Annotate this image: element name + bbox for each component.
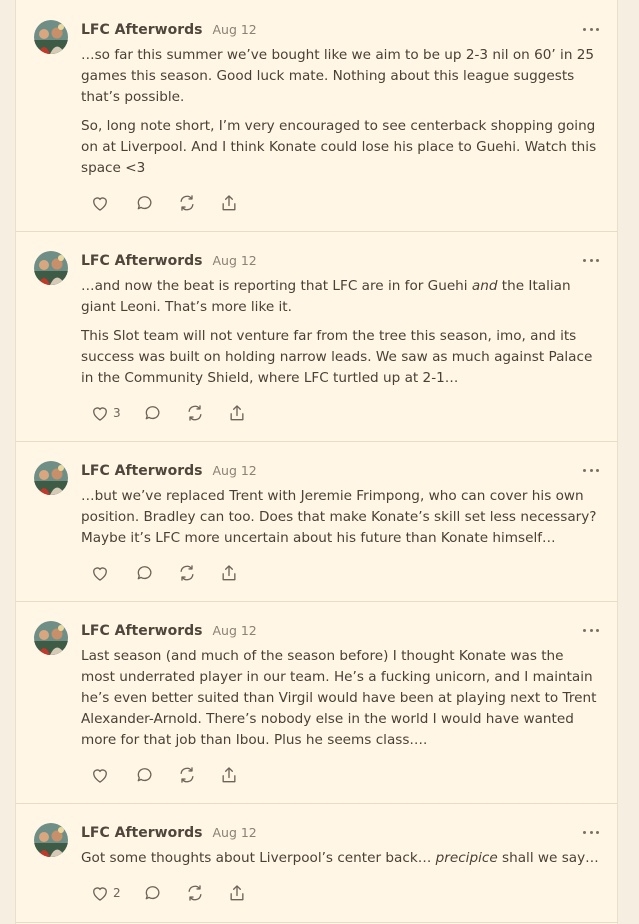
post-actions: 3 (90, 402, 269, 424)
share-icon (222, 195, 236, 211)
more-options-icon[interactable] (583, 825, 599, 839)
author-name[interactable]: LFC Afterwords (81, 253, 202, 269)
reply-button[interactable] (143, 402, 163, 424)
heart-icon (93, 197, 107, 211)
share-button[interactable] (219, 562, 239, 584)
comment-icon (137, 196, 152, 210)
post-date[interactable]: Aug 12 (212, 623, 256, 638)
post-body: …and now the beat is reporting that LFC … (81, 276, 601, 389)
restack-icon (188, 885, 202, 901)
share-icon (222, 565, 236, 581)
post-paragraph: …but we’ve replaced Trent with Jeremie F… (81, 488, 597, 546)
share-button[interactable] (227, 402, 247, 424)
post-header: LFC Afterwords Aug 12 (81, 22, 257, 42)
more-options-icon[interactable] (583, 623, 599, 637)
like-button[interactable]: 2 (90, 882, 121, 904)
heart-icon (93, 887, 107, 901)
avatar[interactable] (34, 823, 68, 857)
post-body: Got some thoughts about Liverpool’s cent… (81, 848, 601, 869)
post-paragraph: Last season (and much of the season befo… (81, 648, 597, 748)
note-post: LFC Afterwords Aug 12 …and now the beat … (16, 231, 617, 442)
restack-button[interactable] (185, 402, 205, 424)
post-actions (90, 192, 261, 214)
comment-icon (137, 768, 152, 782)
like-button[interactable]: 3 (90, 402, 121, 424)
note-post: LFC Afterwords Aug 12 …but we’ve replace… (16, 441, 617, 602)
author-name[interactable]: LFC Afterwords (81, 463, 202, 479)
note-post: LFC Afterwords Aug 12 Last season (and m… (16, 601, 617, 804)
comment-icon (145, 406, 160, 420)
post-date[interactable]: Aug 12 (212, 463, 256, 478)
restack-icon (188, 405, 202, 421)
notes-feed: LFC Afterwords Aug 12 …so far this summe… (15, 0, 618, 924)
emphasis-text: and (471, 278, 498, 294)
share-button[interactable] (219, 764, 239, 786)
post-header: LFC Afterwords Aug 12 (81, 253, 257, 273)
restack-button[interactable] (177, 764, 197, 786)
post-body: …so far this summer we’ve bought like we… (81, 45, 601, 179)
restack-icon (180, 565, 194, 581)
more-options-icon[interactable] (583, 253, 599, 267)
post-header: LFC Afterwords Aug 12 (81, 463, 257, 483)
author-name[interactable]: LFC Afterwords (81, 623, 202, 639)
post-actions (90, 562, 261, 584)
post-date[interactable]: Aug 12 (212, 253, 256, 268)
reply-button[interactable] (135, 192, 155, 214)
share-icon (222, 767, 236, 783)
share-icon (230, 405, 244, 421)
avatar[interactable] (34, 461, 68, 495)
post-paragraph: …and now the beat is reporting that LFC … (81, 276, 601, 318)
post-date[interactable]: Aug 12 (212, 22, 256, 37)
heart-icon (93, 769, 107, 783)
reply-button[interactable] (135, 562, 155, 584)
like-count: 3 (113, 406, 121, 420)
text-span: Got some thoughts about Liverpool’s cent… (81, 850, 436, 866)
note-post: LFC Afterwords Aug 12 Got some thoughts … (16, 803, 617, 923)
comment-icon (137, 566, 152, 580)
post-paragraph: Got some thoughts about Liverpool’s cent… (81, 848, 601, 869)
post-header: LFC Afterwords Aug 12 (81, 825, 257, 845)
text-span: …and now the beat is reporting that LFC … (81, 278, 472, 294)
like-button[interactable] (90, 192, 113, 214)
restack-icon (180, 767, 194, 783)
share-icon (230, 885, 244, 901)
like-button[interactable] (90, 562, 113, 584)
post-paragraph: So, long note short, I’m very encouraged… (81, 118, 597, 176)
post-date[interactable]: Aug 12 (212, 825, 256, 840)
like-button[interactable] (90, 764, 113, 786)
post-paragraph: …so far this summer we’ve bought like we… (81, 47, 595, 105)
post-actions: 2 (90, 882, 269, 904)
restack-button[interactable] (177, 562, 197, 584)
author-name[interactable]: LFC Afterwords (81, 22, 202, 38)
restack-button[interactable] (177, 192, 197, 214)
text-span: shall we say… (497, 850, 599, 866)
author-name[interactable]: LFC Afterwords (81, 825, 202, 841)
avatar[interactable] (34, 20, 68, 54)
post-body: Last season (and much of the season befo… (81, 646, 601, 751)
reply-button[interactable] (135, 764, 155, 786)
like-count: 2 (113, 886, 121, 900)
post-body: …but we’ve replaced Trent with Jeremie F… (81, 486, 601, 549)
share-button[interactable] (227, 882, 247, 904)
comment-icon (145, 886, 160, 900)
avatar[interactable] (34, 251, 68, 285)
restack-button[interactable] (185, 882, 205, 904)
more-options-icon[interactable] (583, 22, 599, 36)
reply-button[interactable] (143, 882, 163, 904)
share-button[interactable] (219, 192, 239, 214)
post-actions (90, 764, 261, 786)
heart-icon (93, 567, 107, 581)
post-paragraph: This Slot team will not venture far from… (81, 328, 593, 386)
avatar[interactable] (34, 621, 68, 655)
note-post: LFC Afterwords Aug 12 …so far this summe… (16, 0, 617, 232)
heart-icon (93, 407, 107, 421)
post-header: LFC Afterwords Aug 12 (81, 623, 257, 643)
more-options-icon[interactable] (583, 463, 599, 477)
emphasis-text: precipice (435, 850, 498, 866)
restack-icon (180, 195, 194, 211)
